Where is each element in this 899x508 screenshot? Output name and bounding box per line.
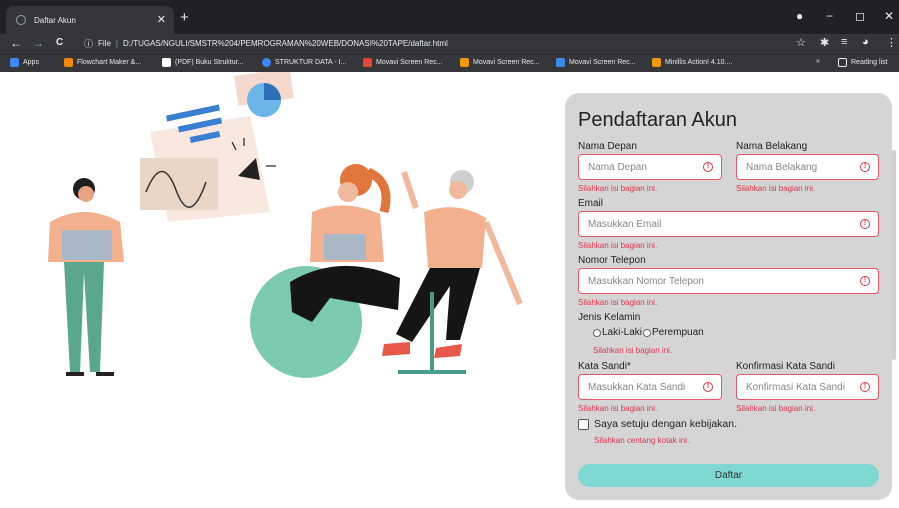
radio-icon [593, 328, 601, 337]
last-name-error: Silahkan isi bagian ini. [736, 184, 816, 193]
flowchart-icon [64, 58, 73, 67]
agree-label: Saya setuju dengan kebijakan. [594, 418, 738, 430]
agree-checkbox[interactable] [578, 419, 589, 430]
back-button[interactable]: ← [10, 36, 22, 50]
url-separator: | [115, 38, 118, 48]
submit-button[interactable]: Daftar [578, 464, 879, 487]
password-field[interactable]: Masukkan Kata Sandi! [578, 374, 722, 400]
address-bar: ← → C ⓘ File | D:/TUGAS/NGULI/SMSTR%204/… [0, 34, 899, 54]
gender-label: Jenis Kelamin [578, 312, 641, 323]
gender-radio-female[interactable]: Perempuan [643, 327, 704, 338]
action-icon [652, 58, 661, 67]
bookmark-item[interactable]: Movavi Screen Rec... [460, 58, 540, 67]
profile-avatar-icon[interactable]: ◕ [862, 36, 869, 48]
tab-title: Daftar Akun [34, 15, 76, 25]
gender-error: Silahkan isi bagian ini. [593, 346, 673, 355]
google-icon [262, 58, 271, 67]
movavi-icon [363, 58, 372, 67]
movavi-icon [556, 58, 565, 67]
reading-list-icon [838, 58, 847, 67]
phone-label: Nomor Telepon [578, 255, 646, 266]
bookmarks-more-button[interactable]: » [816, 58, 820, 65]
reading-list-button[interactable]: Reading list [838, 58, 888, 67]
media-queue-icon[interactable]: ≡ [841, 36, 847, 48]
radio-icon [643, 328, 651, 337]
password-error: Silahkan isi bagian ini. [578, 404, 658, 413]
close-window-button[interactable]: ✕ [884, 9, 894, 23]
bookmark-item[interactable]: Movavi Screen Rec... [556, 58, 636, 67]
url-scheme: File [98, 38, 111, 48]
email-label: Email [578, 198, 604, 209]
warning-icon: ! [860, 219, 870, 229]
bookmarks-bar: Apps Flowchart Maker &... (PDF) Buku Str… [0, 54, 899, 72]
people-working-illustration [48, 72, 523, 378]
gender-radio-male[interactable]: Laki-Laki [593, 327, 642, 338]
bookmark-item[interactable]: Minillis Action! 4.10.... [652, 58, 732, 67]
menu-icon[interactable]: ⋮ [886, 36, 897, 49]
email-error: Silahkan isi bagian ini. [578, 241, 658, 250]
info-icon: ⓘ [84, 38, 94, 49]
browser-tab[interactable]: Daftar Akun ✕ [6, 6, 174, 34]
maximize-button[interactable]: ◻ [855, 9, 865, 23]
forward-button[interactable]: → [32, 36, 44, 50]
phone-error: Silahkan isi bagian ini. [578, 298, 658, 307]
bookmark-item[interactable]: (PDF) Buku Struktur... [162, 58, 243, 67]
first-name-error: Silahkan isi bagian ini. [578, 184, 658, 193]
pdf-icon [162, 58, 171, 67]
first-name-field[interactable]: Nama Depan! [578, 154, 722, 180]
confirm-password-field[interactable]: Konfirmasi Kata Sandi! [736, 374, 879, 400]
phone-field[interactable]: Masukkan Nomor Telepon! [578, 268, 879, 294]
apps-grid-icon [10, 58, 19, 67]
warning-icon: ! [860, 382, 870, 392]
first-name-label: Nama Depan [578, 141, 637, 152]
new-tab-button[interactable]: + [180, 9, 189, 26]
minimize-button[interactable]: − [826, 9, 833, 23]
confirm-password-error: Silahkan isi bagian ini. [736, 404, 816, 413]
tab-close-icon[interactable]: ✕ [157, 13, 166, 26]
warning-icon: ! [860, 276, 870, 286]
bookmark-star-icon[interactable]: ☆ [796, 36, 806, 49]
profile-icon[interactable]: ● [796, 9, 803, 23]
bookmark-item[interactable]: Flowchart Maker &... [64, 58, 141, 67]
agree-error: Silahkan centang kotak ini. [594, 436, 690, 445]
page-content: Pendaftaran Akun Nama Depan Nama Belakan… [0, 72, 899, 508]
warning-icon: ! [703, 162, 713, 172]
browser-tab-bar: Daftar Akun ✕ + ● − ◻ ✕ [0, 0, 899, 34]
url-field[interactable]: ⓘ File | D:/TUGAS/NGULI/SMSTR%204/PEMROG… [84, 34, 784, 52]
password-label: Kata Sandi* [578, 361, 631, 372]
email-field[interactable]: Masukkan Email! [578, 211, 879, 237]
page-scrollbar[interactable] [892, 150, 896, 360]
last-name-field[interactable]: Nama Belakang! [736, 154, 879, 180]
globe-icon [16, 15, 26, 25]
confirm-password-label: Konfirmasi Kata Sandi [736, 361, 835, 372]
bookmark-item[interactable]: STRUKTUR DATA - I... [262, 58, 346, 67]
last-name-label: Nama Belakang [736, 141, 808, 152]
registration-form: Pendaftaran Akun Nama Depan Nama Belakan… [565, 93, 892, 500]
extensions-icon[interactable]: ✱ [820, 36, 829, 49]
reload-button[interactable]: C [56, 37, 63, 48]
warning-icon: ! [860, 162, 870, 172]
bookmark-item[interactable]: Movavi Screen Rec... [363, 58, 443, 67]
warning-icon: ! [703, 382, 713, 392]
form-title: Pendaftaran Akun [578, 109, 738, 131]
bookmark-apps[interactable]: Apps [10, 58, 39, 67]
movavi-icon [460, 58, 469, 67]
url-text: D:/TUGAS/NGULI/SMSTR%204/PEMROGRAMAN%20W… [122, 38, 448, 48]
